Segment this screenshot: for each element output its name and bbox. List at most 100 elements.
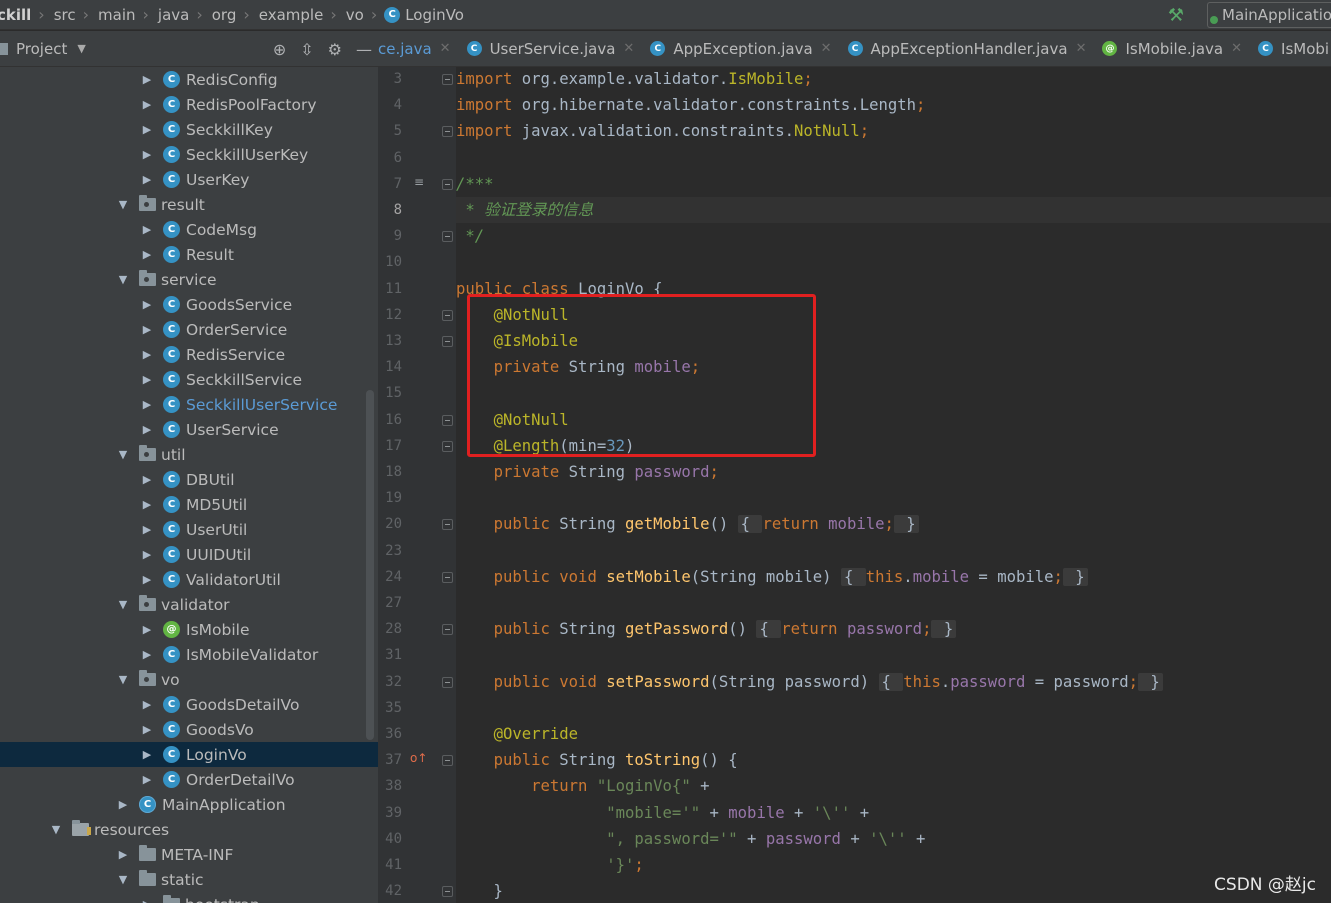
code-line[interactable]: public void setMobile(String mobile) { t… (456, 564, 1088, 590)
fold-marker-icon[interactable] (442, 126, 453, 138)
expand-arrow-icon[interactable]: ▼ (117, 873, 129, 886)
collapse-arrow-icon[interactable]: ▶ (141, 223, 153, 236)
fold-marker-icon[interactable] (442, 755, 453, 767)
fold-marker-icon[interactable] (442, 414, 453, 426)
fold-marker-icon[interactable] (442, 571, 453, 583)
code-line[interactable]: return "LoginVo{" + (456, 773, 709, 799)
tree-item[interactable]: ▶ C GoodsVo (0, 717, 378, 742)
tree-item[interactable]: ▶ C RedisPoolFactory (0, 92, 378, 117)
doc-comment-icon[interactable]: ≡ (414, 175, 424, 189)
collapse-arrow-icon[interactable]: ▶ (117, 848, 129, 861)
collapse-arrow-icon[interactable]: ▶ (141, 348, 153, 361)
tree-item[interactable]: ▼ util (0, 442, 378, 467)
scrollbar[interactable] (366, 390, 374, 740)
collapse-arrow-icon[interactable]: ▶ (141, 498, 153, 511)
tree-item[interactable]: ▶ C DBUtil (0, 467, 378, 492)
tree-item[interactable]: ▼ resources (0, 817, 378, 842)
run-configuration-selector[interactable]: MainApplication (1207, 2, 1331, 28)
hammer-icon[interactable]: ⚒ (1165, 4, 1187, 26)
code-line[interactable]: @Override (456, 721, 579, 747)
fold-marker-icon[interactable] (442, 624, 453, 636)
expand-arrow-icon[interactable]: ▼ (117, 598, 129, 611)
editor-tab[interactable]: C IsMobi (1250, 31, 1331, 66)
tree-item[interactable]: ▶ C OrderDetailVo (0, 767, 378, 792)
tree-item[interactable]: ▼ validator (0, 592, 378, 617)
tree-item[interactable]: ▼ static (0, 867, 378, 892)
tree-item[interactable]: ▶ C SeckkillKey (0, 117, 378, 142)
editor-tab[interactable]: C AppExceptionHandler.java ✕ (840, 31, 1095, 66)
fold-marker-icon[interactable] (442, 336, 453, 347)
code-line[interactable]: public String getMobile() { return mobil… (456, 511, 919, 537)
breadcrumb-item[interactable]: java (152, 6, 193, 24)
tree-item[interactable]: ▼ service (0, 267, 378, 292)
fold-marker-icon[interactable] (442, 886, 453, 898)
collapse-arrow-icon[interactable]: ▶ (141, 548, 153, 561)
tree-item[interactable]: ▶ C CodeMsg (0, 217, 378, 242)
fold-marker-icon[interactable] (442, 231, 453, 243)
tree-item[interactable]: ▶ C MD5Util (0, 492, 378, 517)
collapse-arrow-icon[interactable]: ▶ (141, 248, 153, 261)
code-line[interactable]: public void setPassword(String password)… (456, 669, 1163, 695)
tree-item[interactable]: ▶ C SeckkillUserKey (0, 142, 378, 167)
collapse-arrow-icon[interactable]: ▶ (141, 648, 153, 661)
tree-item[interactable]: ▶ C SeckkillService (0, 367, 378, 392)
collapse-arrow-icon[interactable]: ▶ (141, 773, 153, 786)
tree-item[interactable]: ▶ C LoginVo (0, 742, 378, 767)
collapse-arrow-icon[interactable]: ▶ (141, 623, 153, 636)
fold-marker-icon[interactable] (442, 309, 453, 321)
close-icon[interactable]: ✕ (1076, 41, 1087, 56)
project-panel-title[interactable]: Project (16, 40, 67, 58)
fold-marker-icon[interactable] (442, 440, 453, 452)
expand-arrow-icon[interactable]: ▼ (117, 448, 129, 461)
tree-item[interactable]: ▶ C RedisService (0, 342, 378, 367)
code-line[interactable]: * 验证登录的信息 (456, 197, 593, 223)
breadcrumb-current-file[interactable]: LoginVo (405, 6, 464, 24)
collapse-arrow-icon[interactable]: ▶ (117, 798, 129, 811)
tree-item[interactable]: ▶ C IsMobileValidator (0, 642, 378, 667)
fold-marker-icon[interactable] (442, 676, 453, 688)
collapse-all-icon[interactable]: ⇳ (300, 40, 313, 59)
close-icon[interactable]: ✕ (623, 41, 634, 56)
dropdown-arrow-icon[interactable]: ▼ (77, 42, 85, 55)
override-icon[interactable]: o↑ (410, 751, 427, 765)
expand-arrow-icon[interactable]: ▼ (117, 273, 129, 286)
code-line[interactable]: private String password; (456, 459, 719, 485)
tree-item[interactable]: ▶ @ IsMobile (0, 617, 378, 642)
breadcrumb-item[interactable]: src (48, 6, 80, 24)
expand-arrow-icon[interactable]: ▼ (117, 198, 129, 211)
collapse-arrow-icon[interactable]: ▶ (141, 373, 153, 386)
code-line[interactable]: ", password='" + password + '\'' + (456, 826, 925, 852)
tree-item[interactable]: ▼ vo (0, 667, 378, 692)
collapse-arrow-icon[interactable]: ▶ (141, 298, 153, 311)
collapse-arrow-icon[interactable]: ▶ (141, 123, 153, 136)
expand-arrow-icon[interactable]: ▼ (50, 823, 62, 836)
collapse-arrow-icon[interactable]: ▶ (141, 523, 153, 536)
close-icon[interactable]: ✕ (440, 41, 451, 56)
collapse-arrow-icon[interactable]: ▶ (141, 898, 153, 903)
fold-marker-icon[interactable] (442, 178, 453, 190)
collapse-arrow-icon[interactable]: ▶ (141, 98, 153, 111)
tree-item[interactable]: ▶ META-INF (0, 842, 378, 867)
code-line[interactable]: public String toString() { (456, 747, 738, 773)
code-line[interactable]: '}'; (456, 852, 644, 878)
collapse-arrow-icon[interactable]: ▶ (141, 473, 153, 486)
code-line[interactable]: } (456, 878, 503, 903)
breadcrumb-item[interactable]: vo (340, 6, 368, 24)
tree-item[interactable]: ▶ C UserUtil (0, 517, 378, 542)
expand-arrow-icon[interactable]: ▼ (117, 673, 129, 686)
collapse-arrow-icon[interactable]: ▶ (141, 148, 153, 161)
collapse-arrow-icon[interactable]: ▶ (141, 323, 153, 336)
collapse-arrow-icon[interactable]: ▶ (141, 573, 153, 586)
tree-item[interactable]: ▶ C OrderService (0, 317, 378, 342)
breadcrumb-item[interactable]: main (92, 6, 139, 24)
close-icon[interactable]: ✕ (1231, 41, 1242, 56)
collapse-arrow-icon[interactable]: ▶ (141, 748, 153, 761)
code-line[interactable]: */ (456, 223, 484, 249)
tree-item[interactable]: ▶ C GoodsService (0, 292, 378, 317)
collapse-arrow-icon[interactable]: ▶ (141, 73, 153, 86)
collapse-arrow-icon[interactable]: ▶ (141, 173, 153, 186)
close-icon[interactable]: ✕ (821, 41, 832, 56)
code-line[interactable]: /*** (456, 171, 494, 197)
code-line[interactable]: import javax.validation.constraints.NotN… (456, 118, 869, 144)
tree-item[interactable]: ▶ bootstrap (0, 892, 378, 903)
